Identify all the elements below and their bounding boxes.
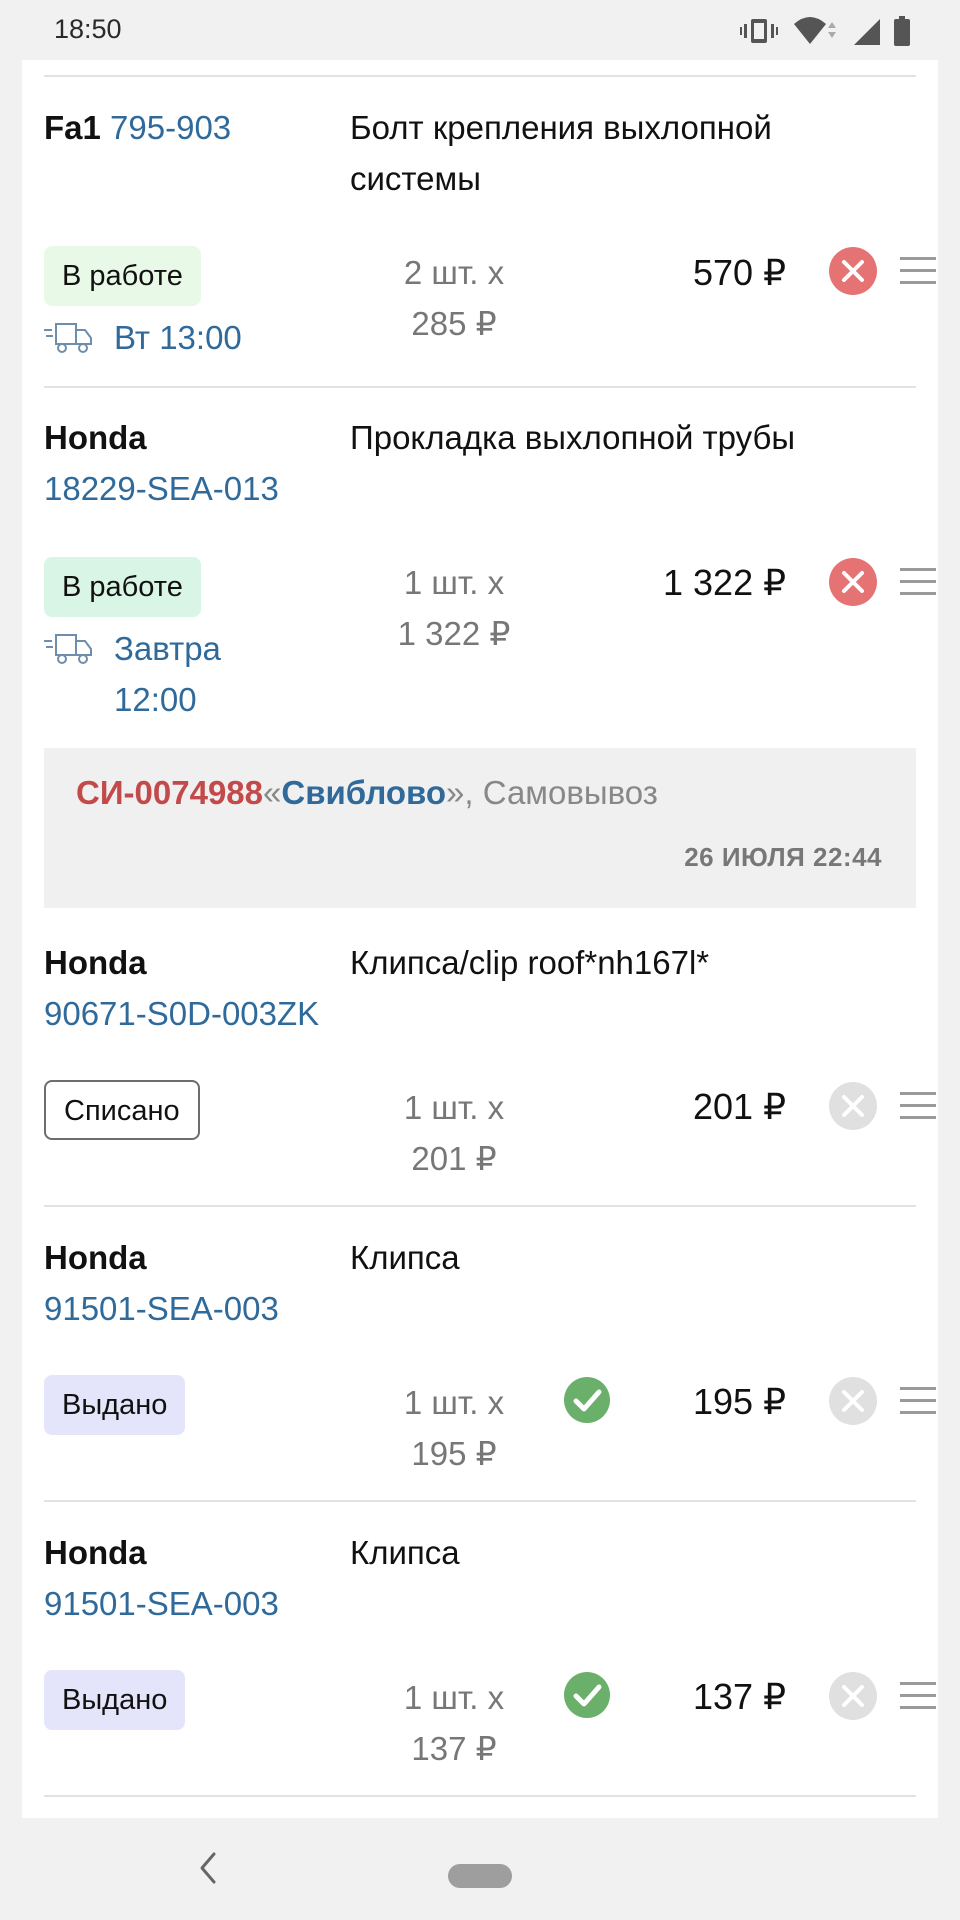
- quantity-info: 1 шт. x 201 ₽: [384, 1082, 524, 1184]
- status-badge: В работе: [44, 557, 201, 617]
- quantity-label: 1 шт. x: [403, 1089, 505, 1126]
- delete-icon: [829, 1672, 877, 1720]
- item-price: 195 ₽: [693, 1381, 786, 1422]
- store-name: Свиблово: [281, 774, 447, 811]
- quantity-info: 1 шт. x 137 ₽: [384, 1672, 524, 1774]
- order-date: 26 ИЮЛЯ 22:44: [684, 842, 882, 872]
- order-title: СИ-0074988«Свиблово», Самовывоз: [76, 770, 658, 816]
- status-badge: Списано: [44, 1080, 200, 1140]
- delete-icon: [829, 1082, 877, 1130]
- item-description: Клипса: [350, 1534, 460, 1571]
- status-badge: Выдано: [44, 1670, 186, 1730]
- divider: [44, 1500, 916, 1502]
- order-header[interactable]: СИ-0074988«Свиблово», Самовывоз 26 ИЮЛЯ …: [44, 748, 916, 908]
- item-description: Клипса/clip roof*nh167l*: [350, 944, 710, 981]
- quantity-info: 1 шт. x 1 322 ₽: [384, 557, 524, 659]
- brand-label: Honda: [44, 1239, 147, 1276]
- drag-handle-icon[interactable]: [900, 1387, 936, 1417]
- quantity-info: 1 шт. x 195 ₽: [384, 1377, 524, 1479]
- unit-price: 195 ₽: [411, 1435, 497, 1472]
- home-pill[interactable]: [448, 1864, 512, 1888]
- brand-and-part: Fa1 795-903: [44, 102, 231, 153]
- divider: [44, 1205, 916, 1207]
- quantity-label: 1 шт. x: [403, 1384, 505, 1421]
- part-number-link[interactable]: 90671-S0D-003ZK: [44, 988, 319, 1039]
- delete-icon[interactable]: [828, 246, 878, 296]
- status-badge: Выдано: [44, 1375, 186, 1435]
- wifi-icon: [794, 17, 836, 44]
- delivery-time: Вт 13:00: [114, 319, 242, 356]
- delivery-day: Завтра: [114, 630, 221, 667]
- unit-price: 201 ₽: [411, 1140, 497, 1177]
- item-price: 137 ₽: [693, 1676, 786, 1717]
- item-description: Болт крепления выхлопной системы: [350, 109, 772, 197]
- signal-icon: [854, 19, 880, 45]
- delivery-time: Завтра 12:00: [114, 623, 221, 725]
- part-number-link[interactable]: 91501-SEA-003: [44, 1578, 279, 1629]
- drag-handle-icon[interactable]: [900, 1682, 936, 1712]
- item-price: 570 ₽: [693, 252, 786, 293]
- delete-icon: [829, 1377, 877, 1425]
- item-description: Клипса: [350, 1239, 460, 1276]
- drag-handle-icon[interactable]: [900, 1092, 936, 1122]
- unit-price: 137 ₽: [411, 1730, 497, 1767]
- brand-label: Honda: [44, 1534, 147, 1571]
- status-badge: В работе: [44, 246, 201, 306]
- pickup-type: », Самовывоз: [446, 774, 658, 811]
- part-number-link[interactable]: 795-903: [110, 109, 231, 146]
- quantity-label: 1 шт. x: [403, 1679, 505, 1716]
- unit-price: 1 322 ₽: [397, 615, 511, 652]
- part-number-link[interactable]: 91501-SEA-003: [44, 1283, 279, 1334]
- item-price: 1 322 ₽: [663, 562, 786, 603]
- divider: [44, 386, 916, 388]
- vibrate-icon: [740, 19, 778, 43]
- checkmark-icon: [564, 1377, 610, 1423]
- divider: [44, 75, 916, 77]
- order-list[interactable]: Fa1 795-903 Болт крепления выхлопной сис…: [22, 60, 938, 1818]
- delete-icon[interactable]: [828, 557, 878, 607]
- battery-icon: [894, 16, 910, 46]
- drag-handle-icon[interactable]: [900, 257, 936, 287]
- quantity-label: 1 шт. x: [403, 564, 505, 601]
- truck-icon: [44, 323, 92, 353]
- status-icons: [740, 14, 910, 48]
- delivery-info: Вт 13:00: [44, 312, 242, 363]
- part-number-link[interactable]: 18229-SEA-013: [44, 463, 279, 514]
- brand-label: Honda: [44, 419, 147, 456]
- quantity-info: 2 шт. x 285 ₽: [384, 247, 524, 349]
- brand-label: Honda: [44, 944, 147, 981]
- status-time: 18:50: [54, 14, 122, 44]
- drag-handle-icon[interactable]: [900, 568, 936, 598]
- unit-price: 285 ₽: [411, 305, 497, 342]
- item-price: 201 ₽: [693, 1086, 786, 1127]
- brand-label: Fa1: [44, 109, 101, 146]
- quote-open: «: [263, 774, 282, 811]
- truck-icon: [44, 634, 92, 664]
- delivery-info: Завтра 12:00: [44, 623, 221, 725]
- checkmark-icon: [564, 1672, 610, 1718]
- delivery-hour: 12:00: [114, 681, 197, 718]
- status-bar: 18:50: [0, 0, 960, 60]
- divider: [44, 1795, 916, 1797]
- back-icon[interactable]: [196, 1848, 220, 1888]
- quantity-label: 2 шт. x: [403, 254, 505, 291]
- item-description: Прокладка выхлопной трубы: [350, 419, 796, 456]
- order-number: СИ-0074988: [76, 774, 264, 811]
